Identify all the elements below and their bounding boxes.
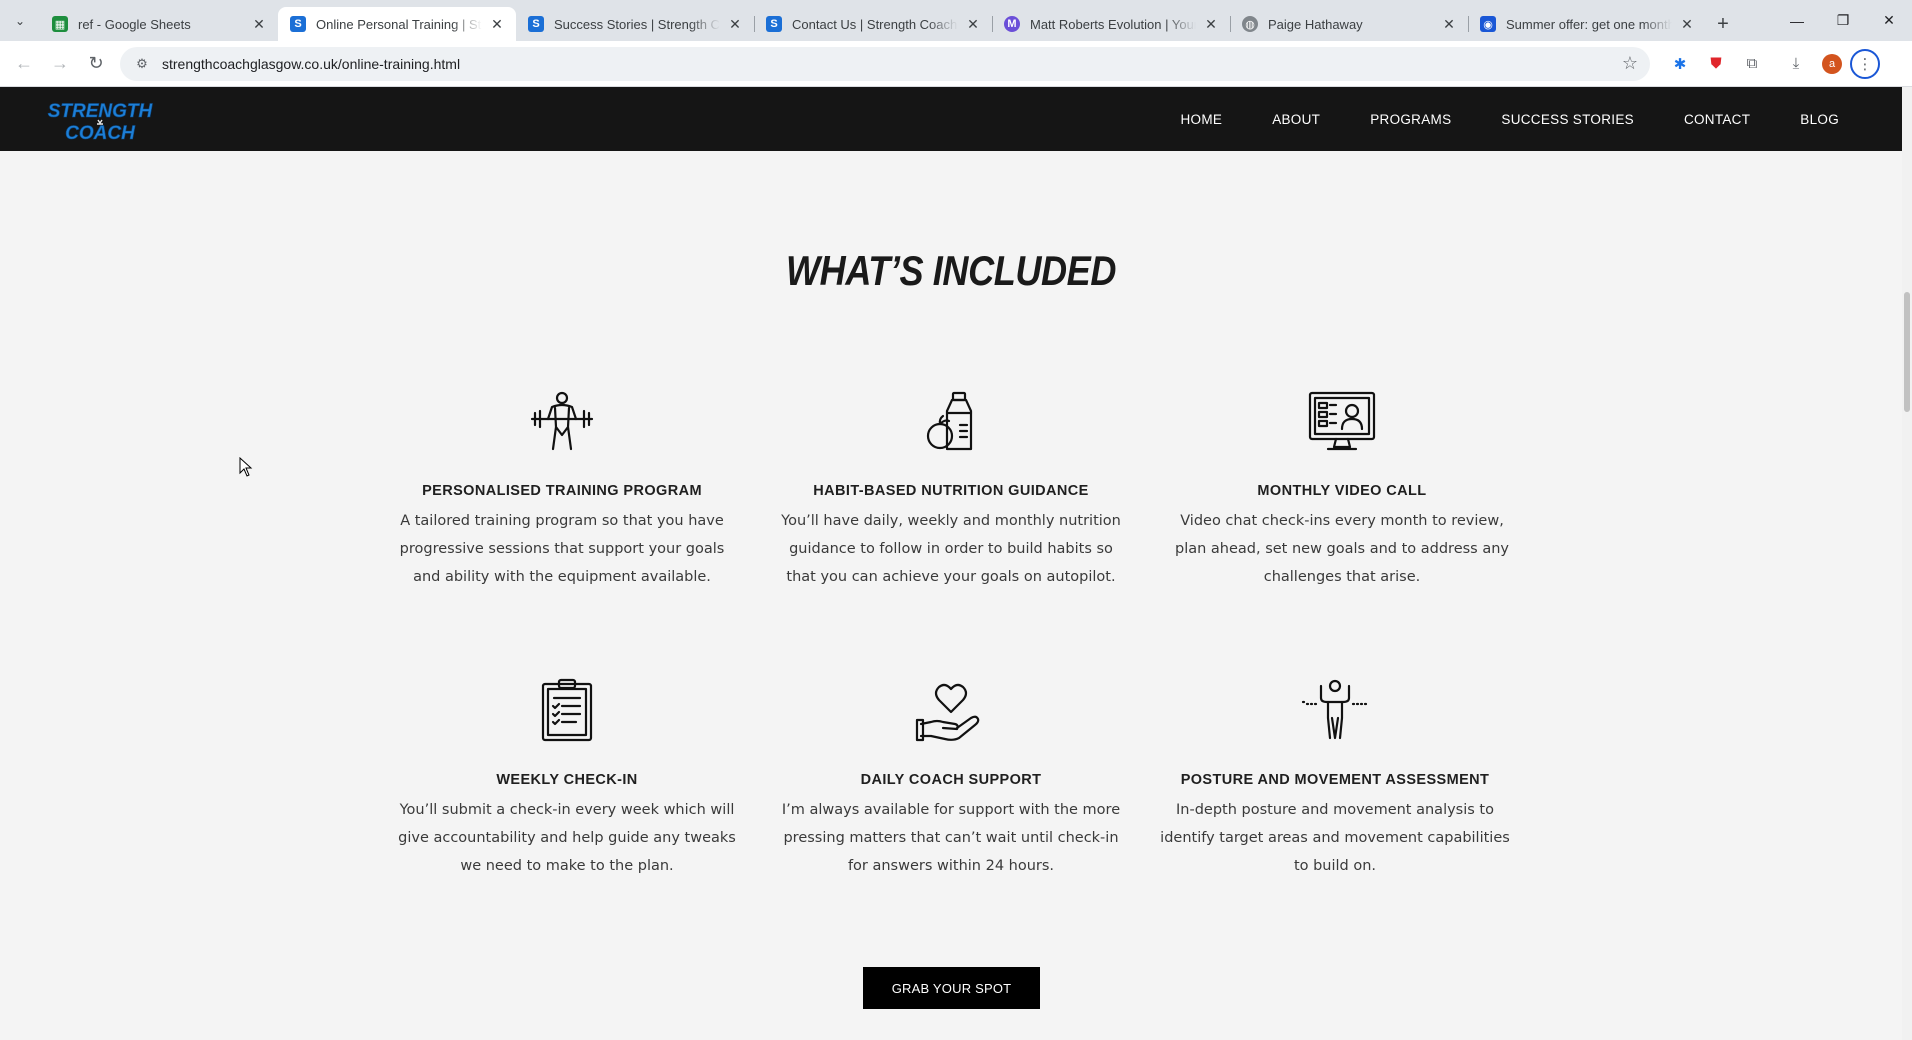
window-close-button[interactable]: ✕ xyxy=(1866,0,1912,41)
browser-toolbar: ← → ↻ ⚙ strengthcoachglasgow.co.uk/onlin… xyxy=(0,41,1912,87)
nav-programs[interactable]: PROGRAMS xyxy=(1345,112,1476,127)
close-icon[interactable]: ✕ xyxy=(1678,15,1696,33)
strength-coach-logo[interactable]: STRENGTH COACH xyxy=(38,97,162,143)
sheets-icon: ▦ xyxy=(52,16,68,32)
profile-avatar-icon: a xyxy=(1822,53,1842,74)
feature-title: WEEKLY CHECK-IN xyxy=(496,772,638,788)
browser-tab[interactable]: ▦ ref - Google Sheets ✕ xyxy=(40,7,278,41)
close-icon[interactable]: ✕ xyxy=(1440,15,1458,33)
menu-kebab-icon[interactable]: ⋮ xyxy=(1850,48,1880,79)
reload-icon: ↻ xyxy=(88,53,104,73)
reload-button[interactable]: ↻ xyxy=(78,46,114,82)
feature-title: POSTURE AND MOVEMENT ASSESSMENT xyxy=(1180,772,1490,788)
tab-title: Success Stories | Strength Coach Glasgow xyxy=(554,16,720,32)
strength-coach-icon: S xyxy=(528,16,544,32)
offer-icon: ◉ xyxy=(1480,16,1496,32)
feature-card: DAILY COACH SUPPORT I’m always available… xyxy=(775,678,1127,880)
matt-roberts-icon: M xyxy=(1004,16,1020,32)
back-button[interactable]: ← xyxy=(6,46,42,82)
feature-description: In-depth posture and movement analysis t… xyxy=(1160,802,1510,874)
clipboard-icon xyxy=(541,678,593,742)
browser-tab-strip: ⌄ ▦ ref - Google Sheets ✕ S Online Perso… xyxy=(0,0,1912,41)
chevron-down-icon: ⌄ xyxy=(14,13,26,28)
feature-title: PERSONALISED TRAINING PROGRAM xyxy=(422,483,702,499)
web-page: STRENGTH COACH HOME ABOUT PROGRAMS SUCCE… xyxy=(0,87,1902,1040)
extension-icon[interactable]: ✱ xyxy=(1662,46,1698,82)
strength-coach-icon: S xyxy=(290,16,306,32)
restore-button[interactable]: ❐ xyxy=(1820,0,1866,41)
feature-card: POSTURE AND MOVEMENT ASSESSMENT In-depth… xyxy=(1159,678,1511,880)
close-icon[interactable]: ✕ xyxy=(488,15,506,33)
logo-line2: COACH xyxy=(65,123,136,143)
feature-description: You’ll submit a check-in every week whic… xyxy=(398,802,736,874)
grab-your-spot-button[interactable]: GRAB YOUR SPOT xyxy=(863,967,1040,1009)
nav-contact[interactable]: CONTACT xyxy=(1659,112,1775,127)
video-call-icon xyxy=(1308,391,1376,451)
forward-button[interactable]: → xyxy=(42,46,78,82)
arrow-right-icon: → xyxy=(51,53,69,73)
browser-tab[interactable]: ◍ Paige Hathaway ✕ xyxy=(1230,7,1468,41)
tab-title: Matt Roberts Evolution | Younger xyxy=(1030,16,1196,32)
feature-card: WEEKLY CHECK-IN You’ll submit a check-in… xyxy=(391,678,743,880)
tab-search-button[interactable]: ⌄ xyxy=(0,0,40,41)
download-icon[interactable]: ⤓ xyxy=(1778,46,1814,82)
close-icon[interactable]: ✕ xyxy=(250,15,268,33)
new-tab-button[interactable]: + xyxy=(1706,7,1740,41)
nav-blog[interactable]: BLOG xyxy=(1775,112,1864,127)
browser-tab[interactable]: S Success Stories | Strength Coach Glasg… xyxy=(516,7,754,41)
close-icon[interactable]: ✕ xyxy=(1202,15,1220,33)
main-nav: HOME ABOUT PROGRAMS SUCCESS STORIES CONT… xyxy=(1156,87,1865,151)
arrow-left-icon: ← xyxy=(15,53,33,73)
section-title: WHAT’S INCLUDED xyxy=(786,247,1116,294)
shield-extension-icon[interactable]: ⛊ xyxy=(1698,46,1734,82)
feature-description: I’m always available for support with th… xyxy=(781,802,1121,874)
feature-card: HABIT-BASED NUTRITION GUIDANCE You’ll ha… xyxy=(775,389,1127,591)
browser-tab[interactable]: ◉ Summer offer: get one month free ✕ xyxy=(1468,7,1706,41)
weightlifter-icon xyxy=(530,391,594,451)
strength-coach-icon: S xyxy=(766,16,782,32)
puzzle-icon[interactable]: ⧉ xyxy=(1734,46,1770,82)
feature-description: Video chat check-ins every month to revi… xyxy=(1174,513,1509,585)
tab-title: ref - Google Sheets xyxy=(78,16,191,32)
posture-icon xyxy=(1301,679,1369,740)
plus-icon: + xyxy=(1717,12,1729,35)
tab-title: Paige Hathaway xyxy=(1268,16,1363,32)
nav-success-stories[interactable]: SUCCESS STORIES xyxy=(1476,112,1659,127)
feature-title: HABIT-BASED NUTRITION GUIDANCE xyxy=(813,483,1089,499)
nav-home[interactable]: HOME xyxy=(1156,112,1248,127)
nutrition-icon xyxy=(926,391,973,451)
url-text[interactable]: strengthcoachglasgow.co.uk/online-traini… xyxy=(162,56,1622,72)
feature-card: MONTHLY VIDEO CALL Video chat check-ins … xyxy=(1166,389,1518,591)
site-header: STRENGTH COACH HOME ABOUT PROGRAMS SUCCE… xyxy=(0,87,1902,151)
heart-hand-icon xyxy=(915,683,980,742)
scrollbar-thumb[interactable] xyxy=(1904,292,1910,412)
address-bar[interactable]: ⚙ strengthcoachglasgow.co.uk/online-trai… xyxy=(120,46,1650,81)
close-icon[interactable]: ✕ xyxy=(964,15,982,33)
feature-description: You’ll have daily, weekly and monthly nu… xyxy=(781,513,1121,585)
feature-description: A tailored training program so that you … xyxy=(399,513,725,585)
bookmark-star-icon[interactable]: ☆ xyxy=(1622,53,1638,74)
browser-tab[interactable]: M Matt Roberts Evolution | Younger ✕ xyxy=(992,7,1230,41)
mouse-cursor-icon xyxy=(239,457,253,477)
close-icon[interactable]: ✕ xyxy=(726,15,744,33)
nav-about[interactable]: ABOUT xyxy=(1247,112,1345,127)
tab-title: Online Personal Training | Strength Coac… xyxy=(316,16,482,32)
page-scrollbar[interactable] xyxy=(1902,87,1912,1040)
globe-icon: ◍ xyxy=(1242,16,1258,32)
site-info-icon[interactable]: ⚙ xyxy=(132,54,152,74)
tab-title: Contact Us | Strength Coach Glasgow xyxy=(792,16,958,32)
minimize-button[interactable]: — xyxy=(1774,0,1820,41)
tab-title: Summer offer: get one month free xyxy=(1506,16,1672,32)
browser-tab-active[interactable]: S Online Personal Training | Strength Co… xyxy=(278,7,516,41)
logo-line1: STRENGTH xyxy=(48,101,154,122)
feature-title: DAILY COACH SUPPORT xyxy=(860,772,1042,788)
window-controls: — ❐ ✕ xyxy=(1774,0,1912,41)
browser-tab[interactable]: S Contact Us | Strength Coach Glasgow ✕ xyxy=(754,7,992,41)
feature-card: PERSONALISED TRAINING PROGRAM A tailored… xyxy=(386,389,738,591)
avatar[interactable]: a xyxy=(1814,46,1850,82)
feature-title: MONTHLY VIDEO CALL xyxy=(1257,483,1427,499)
